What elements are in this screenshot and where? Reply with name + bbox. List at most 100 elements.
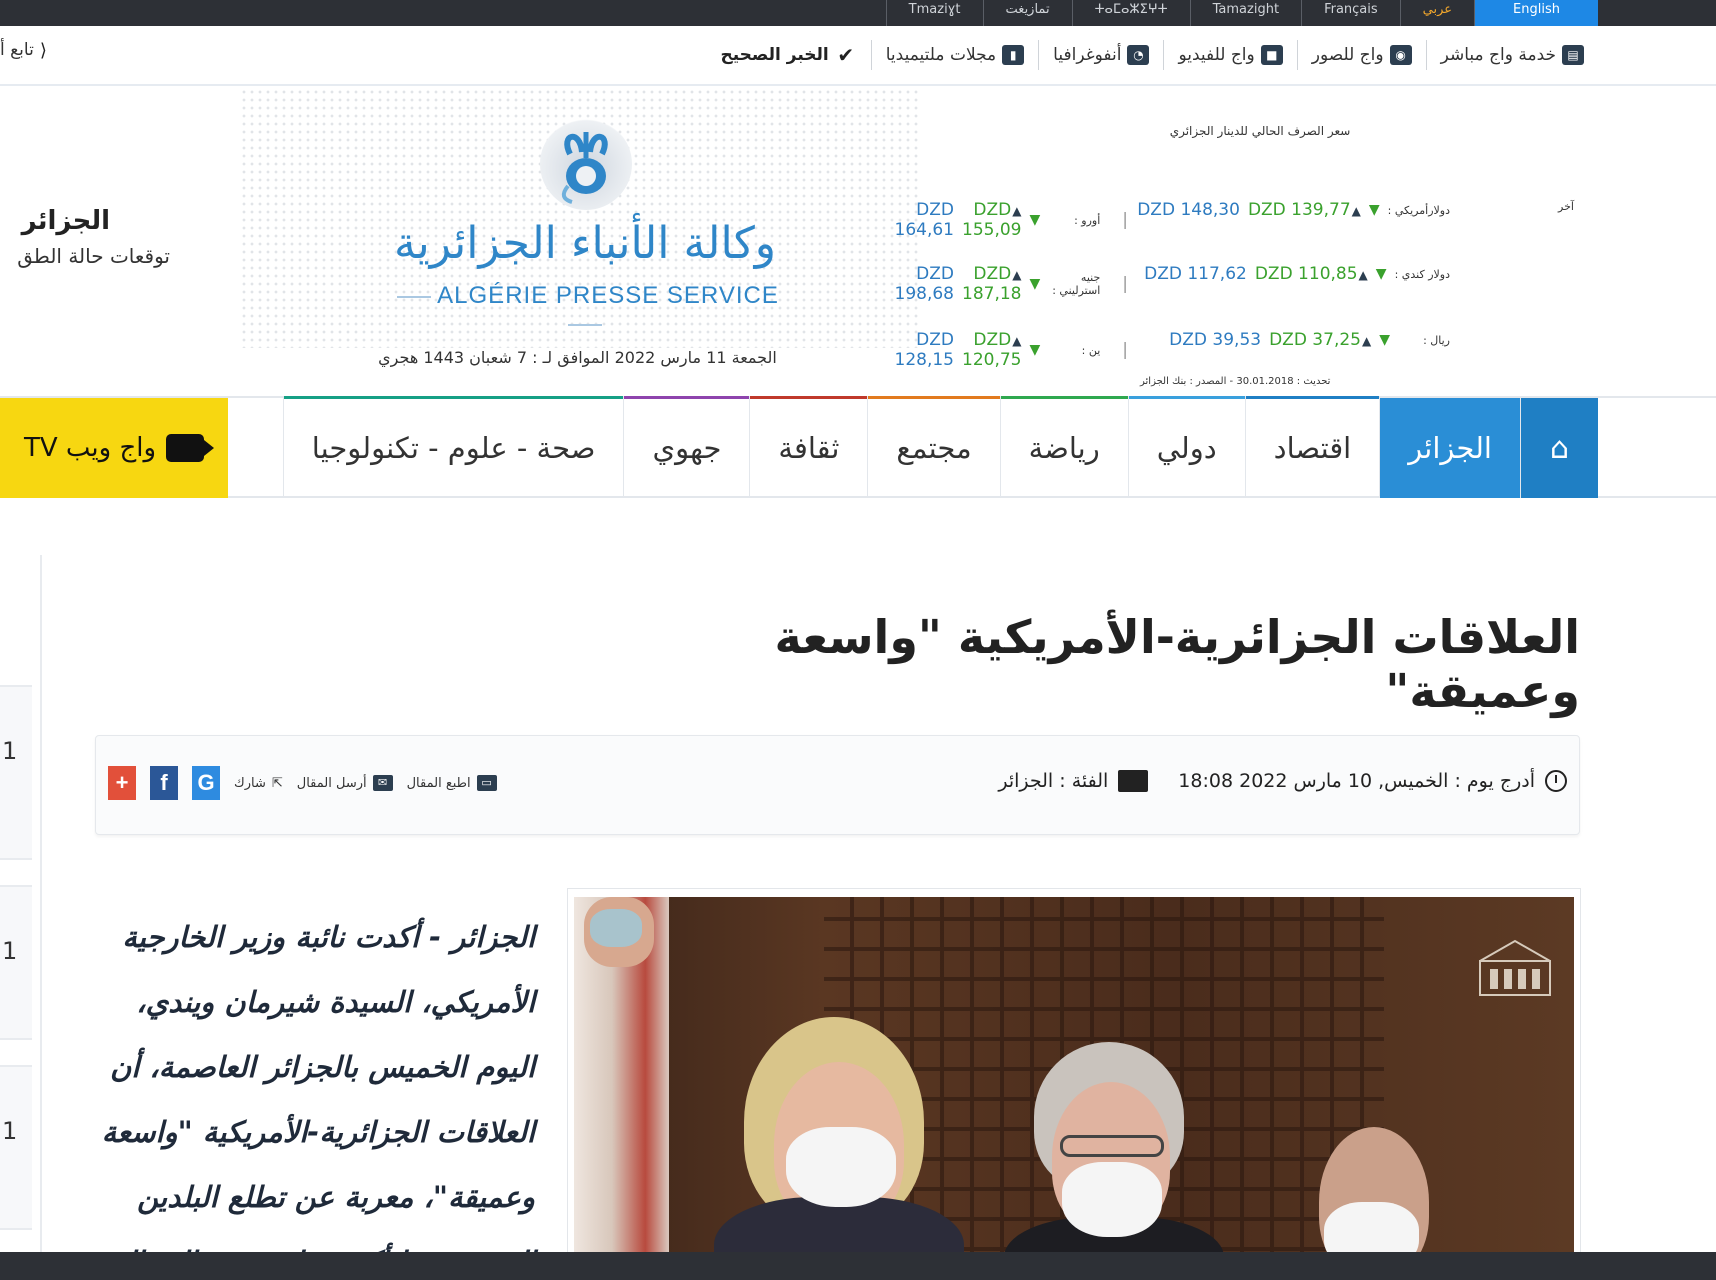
- rate-sell: DZD 198,68: [894, 264, 954, 304]
- follow-label: تابع أ: [0, 40, 34, 60]
- rate-buy: DZD 187,18: [962, 264, 1021, 304]
- down-arrow-icon: ▼: [1029, 212, 1041, 228]
- photo-mask: [1062, 1162, 1162, 1237]
- nav-item-sports[interactable]: رياضة: [999, 396, 1128, 498]
- browser-bottom-bar: [0, 1252, 1716, 1280]
- share-label: شارك: [234, 775, 266, 791]
- share-button[interactable]: ⇱ شارك: [234, 776, 283, 791]
- list-item-text: 1: [2, 937, 18, 965]
- nav-home[interactable]: ⌂: [1520, 398, 1598, 498]
- nav-item-algeria[interactable]: الجزائر: [1379, 398, 1520, 498]
- service-live-label: خدمة واج مباشر: [1440, 45, 1556, 65]
- rate-row: دولارأمريكي : ▼ DZD 139,77 DZD 148,30: [1137, 200, 1450, 220]
- folder-icon: [1118, 770, 1149, 792]
- list-item[interactable]: 1: [0, 885, 32, 1040]
- more-share-icon[interactable]: +: [108, 766, 136, 800]
- nav-item-regional[interactable]: جهوي: [623, 396, 750, 498]
- photo-mask: [590, 909, 642, 947]
- service-magazines[interactable]: ▮ مجلات ملتيميديا: [870, 40, 1038, 70]
- nav-item-health-science[interactable]: صحة - علوم - تكنولوجيا: [282, 396, 624, 498]
- print-label: اطبع المقال: [406, 775, 471, 791]
- service-photos-label: واج للصور: [1311, 45, 1384, 65]
- down-arrow-icon: ▼: [1368, 202, 1380, 218]
- service-fact-check-label: الخبر الصحيح: [720, 45, 829, 65]
- nav-accent-line: [283, 396, 624, 399]
- rate-row: | أورو : ▼ DZD 155,09 DZD 164,61: [895, 200, 1142, 240]
- rate-sell: DZD 148,30: [1137, 200, 1240, 220]
- google-share-icon[interactable]: G: [192, 766, 220, 800]
- nav-accent-line: [1245, 396, 1380, 399]
- service-magazines-label: مجلات ملتيميديا: [885, 45, 997, 65]
- envelope-icon: ✉: [372, 775, 393, 791]
- list-item[interactable]: 1: [0, 685, 32, 860]
- nav-list: ⌂ الجزائر اقتصاد دولي رياضة مجتمع ثقافة …: [282, 396, 1598, 498]
- facebook-share-icon[interactable]: f: [150, 766, 178, 800]
- check-icon: ✔: [837, 43, 855, 67]
- logo-arabic-text: وكالة الأنباء الجزائرية: [393, 218, 777, 269]
- rate-sell: DZD 117,62: [1144, 264, 1247, 284]
- pie-chart-icon: ◔: [1127, 45, 1150, 65]
- article-title: العلاقات الجزائرية-الأمريكية "واسعة وعمي…: [774, 610, 1580, 718]
- service-infographics[interactable]: ◔ أنفوغرافيا: [1038, 40, 1163, 70]
- down-arrow-icon: ▼: [1029, 276, 1041, 292]
- home-icon: ⌂: [1549, 430, 1570, 466]
- lang-tamazight-latin[interactable]: Tmaziɣt: [885, 0, 983, 26]
- nav-accent-line: [868, 396, 1000, 399]
- lang-french[interactable]: Français: [1301, 0, 1400, 26]
- divider: |: [1122, 274, 1128, 294]
- service-fact-check[interactable]: ✔ الخبر الصحيح: [706, 40, 870, 70]
- nav-item-label: ثقافة: [778, 431, 840, 465]
- language-bar: English عربي Français Tamazight ⵜⴰⵎⴰⵣⵉⵖⵜ…: [0, 0, 1716, 26]
- list-item[interactable]: 1: [0, 1065, 32, 1230]
- lang-english[interactable]: English: [1474, 0, 1598, 26]
- nav-web-tv[interactable]: واج ويب TV: [0, 398, 228, 498]
- page: English عربي Français Tamazight ⵜⴰⵎⴰⵣⵉⵖⵜ…: [0, 0, 1716, 1280]
- rate-currency: جنيه استرليني :: [1052, 271, 1101, 297]
- print-button[interactable]: ▭ اطبع المقال: [407, 775, 497, 791]
- nav-item-label: الجزائر: [1408, 431, 1492, 465]
- lang-arabic[interactable]: عربي: [1399, 0, 1474, 26]
- logo-french-text: ALGÉRIE PRESSE SERVICE: [390, 282, 780, 338]
- language-list: English عربي Français Tamazight ⵜⴰⵎⴰⵣⵉⵖⵜ…: [885, 0, 1598, 26]
- nav-item-culture[interactable]: ثقافة: [749, 396, 868, 498]
- newspaper-icon: ▤: [1562, 45, 1584, 65]
- weather-forecast: توقعات حالة الطق: [17, 244, 170, 268]
- lang-tamazight-arabic[interactable]: تمازيغت: [982, 0, 1072, 26]
- lang-tamazight[interactable]: Tamazight: [1189, 0, 1301, 26]
- exchange-rates-title: سعر الصرف الحالي للدينار الجزائري: [1169, 124, 1351, 138]
- nav-accent-line: [750, 396, 868, 399]
- nav-item-economy[interactable]: اقتصاد: [1244, 396, 1380, 498]
- rate-buy: DZD 110,85: [1255, 264, 1368, 284]
- rate-buy: DZD 155,09: [962, 200, 1021, 240]
- site-header: وكالة الأنباء الجزائرية ALGÉRIE PRESSE S…: [0, 88, 1716, 396]
- service-video[interactable]: ■ واج للفيديو: [1163, 40, 1296, 70]
- list-item-text: 1: [2, 737, 18, 765]
- share-icon: ⟨: [39, 40, 47, 61]
- send-button[interactable]: ✉ أرسل المقال: [297, 775, 393, 791]
- service-photos[interactable]: ◉ واج للصور: [1296, 40, 1426, 70]
- nav-item-international[interactable]: دولي: [1127, 396, 1245, 498]
- category-link[interactable]: الفئة : الجزائر: [998, 770, 1108, 792]
- tv-channel-logo: [1470, 933, 1560, 1013]
- services-list: ▤ خدمة واج مباشر ◉ واج للصور ■ واج للفيد…: [706, 40, 1598, 70]
- video-camera-icon: ■: [1260, 45, 1283, 65]
- follow-us[interactable]: ⟨ تابع أ: [0, 40, 47, 61]
- site-logo[interactable]: وكالة الأنباء الجزائرية ALGÉRIE PRESSE S…: [390, 118, 780, 348]
- article-meta-info: أدرج يوم : الخميس, 10 مارس 2022 18:08 ال…: [998, 770, 1567, 792]
- nav-accent-line: [1128, 396, 1245, 399]
- nav-item-label: اقتصاد: [1273, 431, 1352, 465]
- service-live[interactable]: ▤ خدمة واج مباشر: [1425, 40, 1598, 70]
- service-infographics-label: أنفوغرافيا: [1053, 45, 1122, 65]
- nav-item-society[interactable]: مجتمع: [867, 396, 1000, 498]
- article-meta-bar: أدرج يوم : الخميس, 10 مارس 2022 18:08 ال…: [95, 735, 1580, 835]
- services-bar: ▤ خدمة واج مباشر ◉ واج للصور ■ واج للفيد…: [0, 26, 1716, 86]
- main-nav: ⌂ الجزائر اقتصاد دولي رياضة مجتمع ثقافة …: [0, 396, 1716, 498]
- nav-item-label: جهوي: [652, 431, 722, 465]
- weather-widget[interactable]: الجزائر توقعات حالة الطق: [0, 206, 170, 268]
- printer-icon: ▭: [476, 775, 497, 791]
- camera-icon: ◉: [1389, 45, 1412, 65]
- nav-item-label: مجتمع: [896, 431, 972, 465]
- weather-city: الجزائر: [21, 206, 110, 236]
- lang-tifinagh[interactable]: ⵜⴰⵎⴰⵣⵉⵖⵜ: [1071, 0, 1190, 26]
- service-video-label: واج للفيديو: [1178, 45, 1255, 65]
